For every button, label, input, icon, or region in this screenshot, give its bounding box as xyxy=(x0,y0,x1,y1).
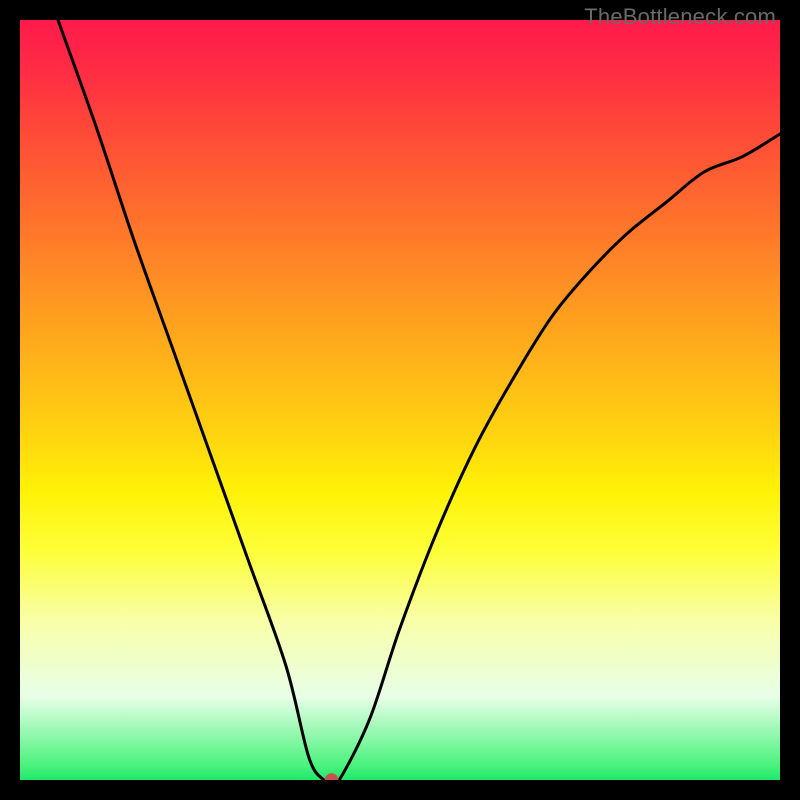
bottleneck-curve xyxy=(20,20,780,780)
plot-area xyxy=(20,20,780,780)
curve-line xyxy=(58,20,780,780)
optimal-point-marker xyxy=(325,773,339,780)
watermark-text: TheBottleneck.com xyxy=(584,4,776,30)
